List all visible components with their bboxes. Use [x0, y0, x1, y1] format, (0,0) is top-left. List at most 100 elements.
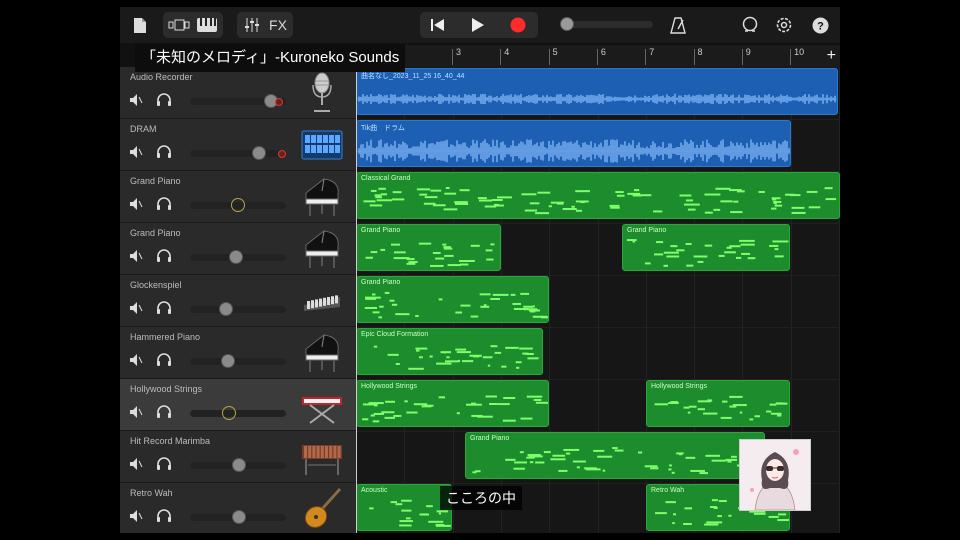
transport-group	[420, 12, 538, 38]
headphones-icon[interactable]	[156, 249, 172, 263]
help-icon[interactable]: ?	[810, 12, 830, 38]
track-volume-slider[interactable]	[190, 302, 286, 316]
keyboard-stand-icon	[300, 383, 344, 427]
fx-button[interactable]: FX	[267, 12, 289, 38]
tracks-view-icon[interactable]	[167, 12, 191, 38]
bar-number: 3	[456, 47, 462, 57]
ruler-bar-tick: 5	[548, 47, 558, 65]
track-header[interactable]: Grand Piano	[120, 171, 356, 223]
headphones-icon[interactable]	[156, 197, 172, 211]
bar-number: 6	[600, 47, 606, 57]
record-enable-indicator[interactable]	[275, 98, 283, 106]
track-header[interactable]: Hit Record Marimba	[120, 431, 356, 483]
track-name: Glockenspiel	[130, 280, 182, 290]
track-header[interactable]: Glockenspiel	[120, 275, 356, 327]
midi-region[interactable]: Grand Piano	[356, 276, 549, 323]
svg-text:?: ?	[817, 20, 824, 32]
track-header[interactable]: Audio Recorder	[120, 67, 356, 119]
master-volume-slider[interactable]	[560, 17, 653, 31]
mute-icon[interactable]	[129, 457, 143, 471]
track-volume-slider[interactable]	[190, 198, 286, 212]
mute-icon[interactable]	[129, 145, 143, 159]
volume-knob[interactable]	[221, 354, 236, 368]
track-headers: Audio Recorder DRAM Grand Piano Grand Piano…	[120, 67, 356, 533]
headphones-icon[interactable]	[156, 509, 172, 523]
settings-icon[interactable]	[774, 12, 794, 38]
mute-icon[interactable]	[129, 509, 143, 523]
record-enable-indicator[interactable]	[278, 150, 286, 158]
track-header[interactable]: Grand Piano	[120, 223, 356, 275]
midi-region[interactable]: Grand Piano	[622, 224, 790, 271]
audio-region[interactable]: 曲名なし_2023_11_25 16_40_44	[356, 68, 838, 115]
track-header[interactable]: Hammered Piano	[120, 327, 356, 379]
bar-number: 5	[552, 47, 558, 57]
headphones-icon[interactable]	[156, 457, 172, 471]
volume-knob[interactable]	[252, 146, 267, 160]
track-header[interactable]: Retro Wah	[120, 483, 356, 533]
midi-region[interactable]: Classical Grand	[356, 172, 840, 219]
midi-region[interactable]: Grand Piano	[356, 224, 501, 271]
track-volume-slider[interactable]	[190, 458, 286, 472]
midi-region[interactable]: Acoustic	[356, 484, 452, 531]
mute-icon[interactable]	[129, 197, 143, 211]
bar-number: 10	[794, 47, 805, 57]
track-header[interactable]: DRAM	[120, 119, 356, 171]
ruler-bar-tick: 7	[645, 47, 654, 65]
volume-knob[interactable]	[229, 250, 244, 264]
mute-icon[interactable]	[129, 249, 143, 263]
grand-piano-icon	[300, 331, 344, 375]
volume-knob[interactable]	[231, 198, 245, 212]
ruler-bar-tick: 4	[500, 47, 509, 65]
mute-icon[interactable]	[129, 405, 143, 419]
track-header[interactable]: Hollywood Strings	[120, 379, 356, 431]
ruler-bar-tick: 8	[693, 47, 703, 65]
midi-region[interactable]: Hollywood Strings	[646, 380, 790, 427]
document-icon[interactable]	[130, 12, 150, 38]
headphones-icon[interactable]	[156, 93, 172, 107]
track-name: Hammered Piano	[130, 332, 201, 342]
bar-number: 4	[504, 47, 510, 57]
track-volume-slider[interactable]	[190, 146, 286, 160]
midi-region[interactable]: Grand Piano	[465, 432, 765, 479]
volume-knob[interactable]	[218, 302, 233, 316]
headphones-icon[interactable]	[156, 145, 172, 159]
mute-icon[interactable]	[129, 301, 143, 315]
audio-region[interactable]: Tik曲 ドラム	[356, 120, 791, 167]
keyboard-icon[interactable]	[195, 12, 219, 38]
track-volume-slider[interactable]	[190, 510, 286, 524]
headphones-icon[interactable]	[156, 405, 172, 419]
glockenspiel-icon	[300, 279, 344, 323]
mute-icon[interactable]	[129, 93, 143, 107]
metronome-icon[interactable]	[668, 12, 688, 38]
volume-knob[interactable]	[231, 510, 246, 524]
video-title-overlay: 「未知のメロディ」-Kuroneko Sounds	[135, 44, 406, 72]
bar-number: 8	[697, 47, 703, 57]
headphones-icon[interactable]	[156, 301, 172, 315]
record-icon[interactable]	[506, 12, 530, 38]
track-name: Retro Wah	[130, 488, 173, 498]
play-icon[interactable]	[466, 12, 490, 38]
track-volume-slider[interactable]	[190, 250, 286, 264]
track-volume-slider[interactable]	[190, 354, 286, 368]
top-toolbar: FX ?	[120, 7, 840, 43]
bar-number: 7	[649, 47, 655, 57]
timeline-ruler[interactable]: 3 4 5 6 7 8 9 10	[356, 45, 840, 67]
volume-knob[interactable]	[231, 458, 246, 472]
midi-region[interactable]: Hollywood Strings	[356, 380, 549, 427]
drum-machine-icon	[300, 123, 344, 167]
ruler-bar-tick: 3	[452, 47, 461, 65]
ruler-bar-tick: 6	[596, 47, 606, 65]
headphones-icon[interactable]	[156, 353, 172, 367]
mixer-fx-group: FX	[237, 12, 293, 38]
playhead[interactable]	[356, 67, 357, 533]
add-section-button[interactable]: +	[827, 47, 836, 65]
microphone-icon	[300, 71, 344, 115]
loop-icon[interactable]	[740, 12, 760, 38]
track-volume-slider[interactable]	[190, 94, 286, 108]
track-volume-slider[interactable]	[190, 406, 286, 420]
mute-icon[interactable]	[129, 353, 143, 367]
rewind-icon[interactable]	[426, 12, 450, 38]
mixer-icon[interactable]	[241, 12, 263, 38]
midi-region[interactable]: Epic Cloud Formation	[356, 328, 543, 375]
volume-knob[interactable]	[221, 406, 236, 420]
